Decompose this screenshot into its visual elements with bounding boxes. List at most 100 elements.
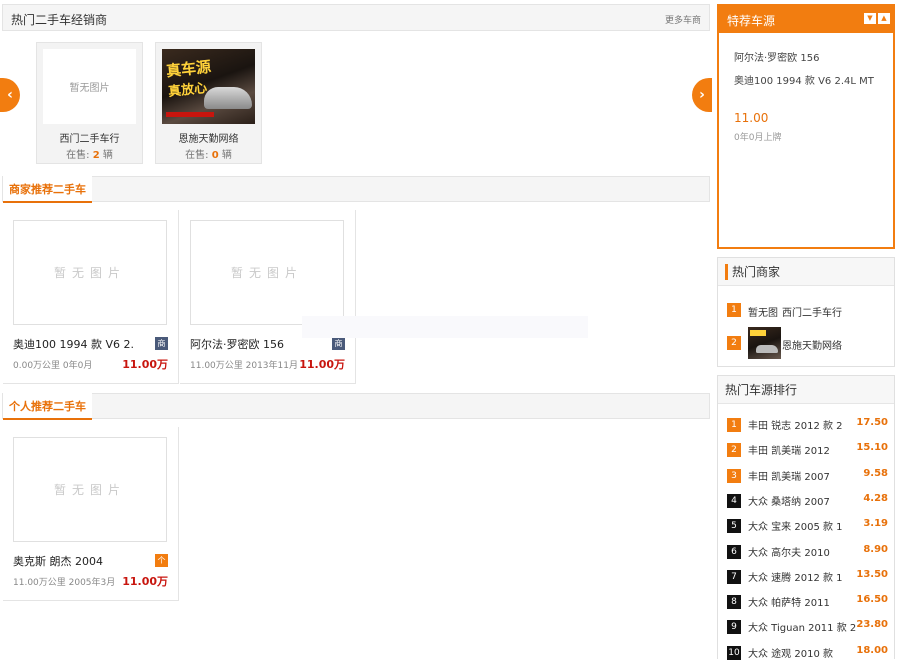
ranking-row[interactable]: 8 大众 帕萨特 2011 16.50 <box>718 593 896 611</box>
featured-date: 0年0月上牌 <box>734 133 782 143</box>
ranking-price: 8.90 <box>863 543 888 555</box>
ranking-car-name[interactable]: 大众 桑塔纳 2007 <box>748 493 830 508</box>
ranking-car-name[interactable]: 丰田 锐志 2012 款 2 <box>748 417 843 432</box>
ranking-price: 15.10 <box>856 442 888 454</box>
ranking-car-name[interactable]: 大众 途观 2010 款 <box>748 645 833 660</box>
dealer-name[interactable]: 恩施天勤网络 <box>156 130 261 145</box>
no-image-placeholder: 暂无图片 <box>13 220 167 325</box>
ranking-price: 18.00 <box>856 644 888 656</box>
ranking-car-name[interactable]: 大众 帕萨特 2011 <box>748 594 830 609</box>
personal-section-title[interactable]: 个人推荐二手车 <box>3 393 92 420</box>
dealer-card[interactable]: 真车源 真放心 恩施天勤网络 在售: 0 辆 <box>155 42 262 164</box>
dealer-on-sale: 在售: 0 辆 <box>185 150 232 161</box>
chevron-up-icon[interactable]: ▲ <box>878 13 890 24</box>
rank-number: 3 <box>727 468 741 483</box>
ranking-car-name[interactable]: 大众 宝来 2005 款 1 <box>748 518 843 533</box>
ranking-row[interactable]: 2 丰田 凯美瑞 2012 15.10 <box>718 441 896 459</box>
ranking-car-name[interactable]: 大众 高尔夫 2010 <box>748 544 830 559</box>
ad-mini-text <box>750 330 766 336</box>
car-price: 11.00万 <box>299 358 345 371</box>
ranking-row[interactable]: 4 大众 桑塔纳 2007 4.28 <box>718 492 896 510</box>
ranking-row[interactable]: 7 大众 速腾 2012 款 1 13.50 <box>718 568 896 586</box>
featured-price: 11.00 <box>734 111 769 125</box>
car-card[interactable]: 暂无图片 奥克斯 朗杰 2004 个 11.00万公里 2005年3月 11.0… <box>3 427 179 601</box>
more-dealers-link[interactable]: 更多车商 <box>665 13 701 26</box>
dealers-header: 热门二手车经销商 更多车商 <box>2 4 710 31</box>
car-price: 11.00万 <box>122 575 168 588</box>
dealer-on-sale: 在售: 2 辆 <box>66 150 113 161</box>
hot-dealers-title: 热门商家 <box>732 265 781 279</box>
chevron-down-icon[interactable]: ▼ <box>864 13 876 24</box>
rank-number: 9 <box>727 620 741 635</box>
merchant-section-header: 商家推荐二手车 <box>2 176 710 203</box>
ranking-row[interactable]: 6 大众 高尔夫 2010 8.90 <box>718 543 896 561</box>
ranking-row[interactable]: 5 大众 宝来 2005 款 1 3.19 <box>718 517 896 535</box>
ranking-price: 9.58 <box>863 467 888 479</box>
featured-title: 特荐车源 <box>727 14 776 28</box>
hot-ranking-box: 热门车源排行 1 丰田 锐志 2012 款 2 17.50 2 丰田 凯美瑞 2012 1… <box>717 375 896 660</box>
dealers-title: 热门二手车经销商 <box>11 13 108 27</box>
hot-dealers-box: 热门商家 1 暂无图 西门二手车行 2 恩施天勤网络 <box>717 257 895 367</box>
ranking-price: 23.80 <box>856 619 888 631</box>
header-accent-bar <box>725 264 728 280</box>
car-silhouette-icon <box>756 345 778 353</box>
dealer-name[interactable]: 西门二手车行 <box>37 130 142 145</box>
rank-number: 6 <box>727 544 741 559</box>
hot-dealers-header: 热门商家 <box>718 258 894 286</box>
featured-header: 特荐车源 ▼ ▲ <box>719 6 893 33</box>
dealer-sale-count: 2 <box>92 150 100 161</box>
car-card[interactable]: 暂无图片 阿尔法·罗密欧 156 商 11.00万公里 2013年11月 11.… <box>180 210 356 384</box>
ranking-price: 4.28 <box>863 492 888 504</box>
no-image-placeholder: 暂无图片 <box>190 220 344 325</box>
car-silhouette-icon <box>204 87 252 109</box>
rank-number: 2 <box>727 443 741 458</box>
ranking-row[interactable]: 3 丰田 凯美瑞 2007 9.58 <box>718 467 896 485</box>
dealer-sale-count: 0 <box>211 150 219 161</box>
car-name[interactable]: 阿尔法·罗密欧 156 <box>190 336 284 352</box>
rank-number: 4 <box>727 493 741 508</box>
hot-dealer-name[interactable]: 恩施天勤网络 <box>782 337 842 352</box>
ad-headline-2: 真放心 <box>167 80 208 100</box>
dealer-thumb-image <box>748 327 781 359</box>
carousel-prev-button[interactable]: ‹ <box>0 78 20 112</box>
car-meta: 11.00万公里 2013年11月 <box>190 361 298 371</box>
overlay-strip <box>302 316 588 338</box>
car-price: 11.00万 <box>122 358 168 371</box>
featured-line[interactable]: 阿尔法·罗密欧 156 <box>734 49 819 64</box>
dealer-card[interactable]: 暂无图片 西门二手车行 在售: 2 辆 <box>36 42 143 164</box>
ranking-price: 3.19 <box>863 518 888 530</box>
featured-box: 特荐车源 ▼ ▲ 阿尔法·罗密欧 156 奥迪100 1994 款 V6 2.4… <box>717 4 895 249</box>
ad-banner-strip <box>166 112 214 117</box>
personal-section-header: 个人推荐二手车 <box>2 393 710 420</box>
ranking-row[interactable]: 1 丰田 锐志 2012 款 2 17.50 <box>718 416 896 434</box>
ranking-price: 17.50 <box>856 417 888 428</box>
car-name[interactable]: 奥克斯 朗杰 2004 <box>13 553 103 569</box>
rank-number: 10 <box>727 645 741 660</box>
hot-ranking-title: 热门车源排行 <box>725 383 798 397</box>
dealer-no-image: 暂无图片 <box>43 49 136 124</box>
rank-number: 7 <box>727 569 741 584</box>
ranking-car-name[interactable]: 丰田 凯美瑞 2012 <box>748 442 830 457</box>
car-card[interactable]: 暂无图片 奥迪100 1994 款 V6 2. 商 0.00万公里 0年0月 1… <box>3 210 179 384</box>
rank-number: 2 <box>727 336 741 350</box>
rank-number: 5 <box>727 519 741 534</box>
merchant-section-title[interactable]: 商家推荐二手车 <box>3 176 92 203</box>
merchant-badge: 商 <box>332 337 345 350</box>
rank-number: 1 <box>727 303 741 317</box>
dealer-ad-image: 真车源 真放心 <box>162 49 255 124</box>
rank-number: 8 <box>727 595 741 610</box>
car-name[interactable]: 奥迪100 1994 款 V6 2. <box>13 336 134 352</box>
ranking-car-name[interactable]: 大众 Tiguan 2011 款 2 <box>748 619 856 634</box>
rank-number: 1 <box>727 418 741 432</box>
merchant-badge: 商 <box>155 337 168 350</box>
hot-dealer-name[interactable]: 西门二手车行 <box>782 304 842 319</box>
ranking-price: 16.50 <box>856 594 888 606</box>
ranking-car-name[interactable]: 大众 速腾 2012 款 1 <box>748 569 843 584</box>
ranking-row[interactable]: 9 大众 Tiguan 2011 款 2 23.80 <box>718 618 896 636</box>
carousel-next-button[interactable]: › <box>692 78 712 112</box>
car-meta: 0.00万公里 0年0月 <box>13 361 93 371</box>
no-image-placeholder: 暂无图片 <box>13 437 167 542</box>
featured-line[interactable]: 奥迪100 1994 款 V6 2.4L MT <box>734 72 874 87</box>
ranking-car-name[interactable]: 丰田 凯美瑞 2007 <box>748 468 830 483</box>
car-meta: 11.00万公里 2005年3月 <box>13 578 116 588</box>
